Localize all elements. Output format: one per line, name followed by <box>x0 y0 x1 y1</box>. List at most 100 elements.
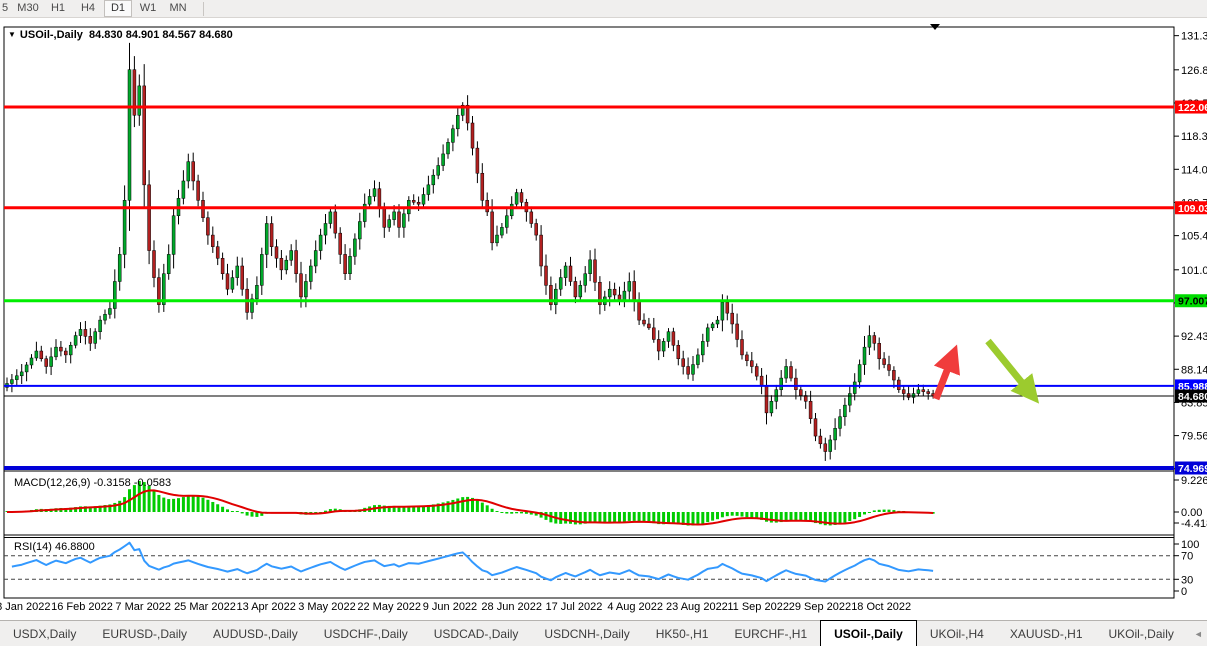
date-axis-label: 29 Sep 2022 <box>789 601 851 613</box>
bull-candle <box>10 380 13 384</box>
bear-candle <box>275 247 278 259</box>
macd-axis-label: -4.4188 <box>1181 518 1207 530</box>
bear-candle <box>545 266 548 285</box>
macd-histogram-bar <box>608 512 611 523</box>
bear-candle <box>486 200 489 212</box>
timeframe-button-w1[interactable]: W1 <box>134 0 162 17</box>
bear-candle <box>657 339 660 351</box>
bull-candle <box>839 417 842 429</box>
bear-candle <box>760 376 763 386</box>
bull-candle <box>55 347 58 357</box>
macd-histogram-bar <box>496 511 499 512</box>
bear-candle <box>647 324 650 328</box>
macd-histogram-bar <box>123 497 126 512</box>
macd-histogram-bar <box>569 512 572 524</box>
macd-histogram-bar <box>182 497 185 512</box>
bull-candle <box>456 115 459 129</box>
macd-histogram-bar <box>231 511 234 512</box>
tab-usdcad-daily[interactable]: USDCAD-,Daily <box>421 621 532 646</box>
bear-candle <box>922 390 925 392</box>
tab-eurusd-daily[interactable]: EURUSD-,Daily <box>89 621 200 646</box>
bear-candle <box>652 328 655 340</box>
bull-candle <box>711 324 714 328</box>
bear-candle <box>530 212 533 224</box>
bear-candle <box>892 370 895 380</box>
date-axis-label: 22 May 2022 <box>357 601 421 613</box>
bull-candle <box>231 278 234 290</box>
tab-usdcnh-daily[interactable]: USDCNH-,Daily <box>531 621 642 646</box>
macd-histogram-bar <box>701 512 704 524</box>
bull-candle <box>843 405 846 417</box>
price-tag-label: 122.066 <box>1178 102 1207 114</box>
tab-usdx-daily[interactable]: USDX,Daily <box>0 621 89 646</box>
bull-candle <box>559 278 562 290</box>
timeframe-button-d1[interactable]: D1 <box>104 0 132 17</box>
bull-candle <box>863 347 866 364</box>
tab-audusd-daily[interactable]: AUDUSD-,Daily <box>200 621 311 646</box>
bull-candle <box>30 358 33 365</box>
bull-candle <box>858 365 861 382</box>
bull-candle <box>290 251 293 261</box>
tab-usdchf-daily[interactable]: USDCHF-,Daily <box>311 621 421 646</box>
date-axis-label: 17 Jul 2022 <box>545 601 602 613</box>
bear-candle <box>344 254 347 273</box>
macd-histogram-bar <box>741 512 744 517</box>
tab-hk50-h1[interactable]: HK50-,H1 <box>643 621 722 646</box>
macd-indicator-label: MACD(12,26,9) -0.3158 -0.0583 <box>14 477 171 489</box>
bear-candle <box>295 251 298 274</box>
macd-histogram-bar <box>804 512 807 521</box>
chart-canvas[interactable]: 131.300126.880122.590118.300114.010109.7… <box>0 18 1207 618</box>
macd-histogram-bar <box>598 512 601 523</box>
bear-candle <box>790 366 793 378</box>
bull-candle <box>780 378 783 390</box>
tab-ukoil-daily[interactable]: UKOil-,Daily <box>1096 621 1187 646</box>
macd-histogram-bar <box>716 512 719 519</box>
tab-usoil-daily[interactable]: USOil-,Daily <box>820 620 917 646</box>
bull-candle <box>422 195 425 205</box>
bear-candle <box>731 313 734 324</box>
macd-histogram-bar <box>510 512 513 514</box>
bull-candle <box>353 239 356 256</box>
macd-histogram-bar <box>868 512 871 513</box>
macd-histogram-bar <box>603 512 606 523</box>
bear-candle <box>300 274 303 297</box>
tab-scroll-arrows[interactable]: ◄► <box>1187 621 1207 646</box>
timeframe-button-h4[interactable]: H4 <box>74 0 102 17</box>
rsi-axis-label: 30 <box>1181 574 1193 586</box>
bull-candle <box>182 181 185 198</box>
bear-candle <box>491 212 494 243</box>
price-tick-label: 101.010 <box>1181 265 1207 277</box>
macd-histogram-bar <box>623 512 626 522</box>
macd-histogram-bar <box>888 510 891 512</box>
bull-candle <box>329 212 332 224</box>
tab-xauusd-h1[interactable]: XAUUSD-,H1 <box>997 621 1096 646</box>
macd-histogram-bar <box>177 498 180 512</box>
bear-candle <box>897 380 900 390</box>
bull-candle <box>432 175 435 185</box>
bull-candle <box>667 332 670 342</box>
bear-candle <box>153 251 156 278</box>
bear-candle <box>907 394 910 398</box>
symbol-dropdown-icon[interactable]: ▼ <box>8 30 16 39</box>
bear-candle <box>206 218 209 235</box>
bear-candle <box>339 233 342 254</box>
bear-candle <box>750 361 753 367</box>
bull-candle <box>79 329 82 335</box>
bull-candle <box>706 328 709 342</box>
tab-ukoil-h4[interactable]: UKOil-,H4 <box>917 621 997 646</box>
timeframe-button-h1[interactable]: H1 <box>44 0 72 17</box>
macd-histogram-bar <box>500 512 503 513</box>
bear-candle <box>84 329 87 336</box>
bull-candle <box>442 154 445 166</box>
timeframe-button-mn[interactable]: MN <box>164 0 192 17</box>
tab-eurchf-h1[interactable]: EURCHF-,H1 <box>721 621 820 646</box>
bull-candle <box>701 341 704 355</box>
bull-candle <box>834 428 837 440</box>
timeframe-button-5[interactable]: 5 <box>0 0 12 17</box>
timeframe-button-m30[interactable]: M30 <box>14 0 42 17</box>
chart-window: 131.300126.880122.590118.300114.010109.7… <box>0 18 1207 618</box>
bull-candle <box>775 390 778 402</box>
macd-histogram-bar <box>221 507 224 512</box>
bear-candle <box>270 223 273 246</box>
bull-candle <box>255 285 258 299</box>
